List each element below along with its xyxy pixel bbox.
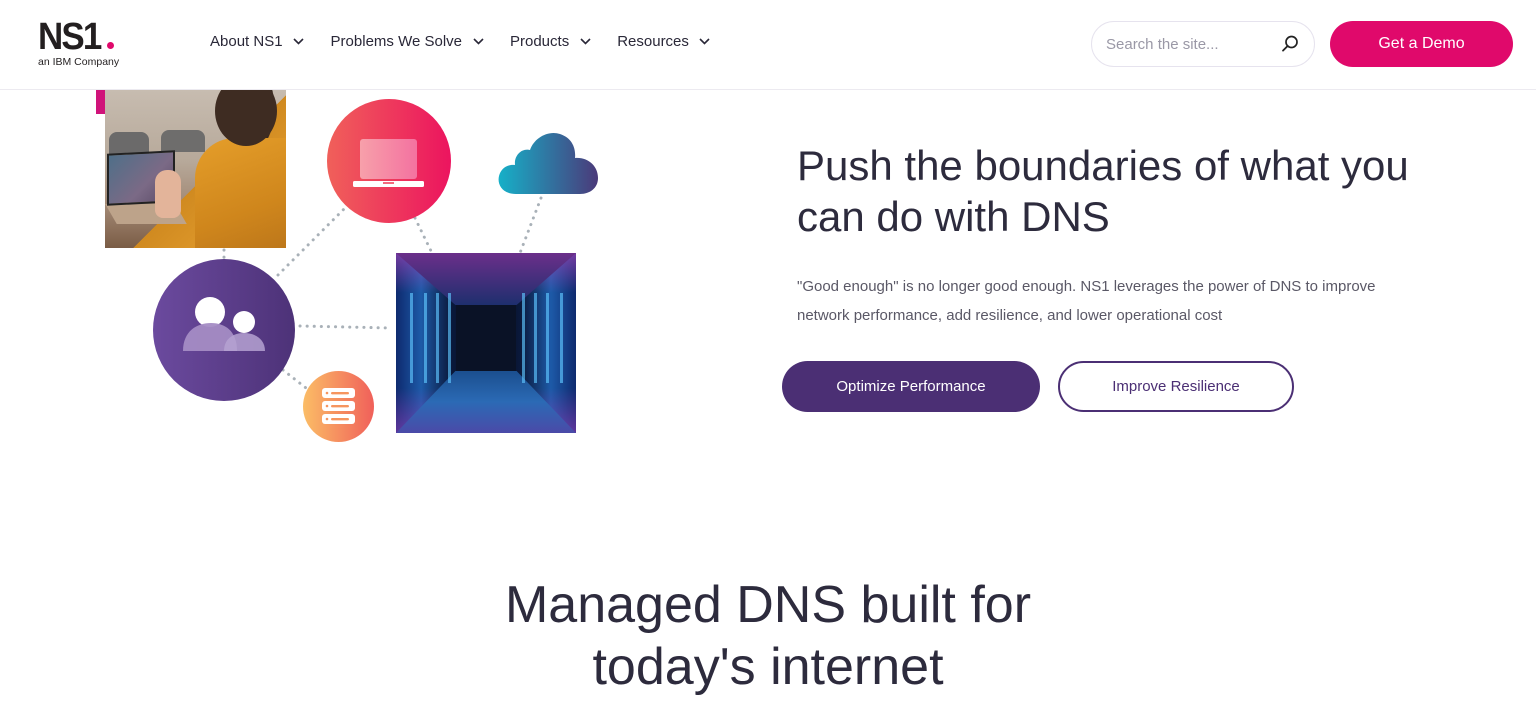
nav-item-label: About NS1 (210, 33, 283, 50)
data-center-photo (396, 253, 576, 433)
nav-item-label: Resources (617, 33, 689, 50)
hero-illustration (0, 90, 640, 450)
improve-resilience-button[interactable]: Improve Resilience (1058, 361, 1294, 412)
site-header: NS1 an IBM Company About NS1 Problems We… (0, 0, 1536, 90)
chevron-down-icon (699, 36, 711, 48)
chevron-down-icon (472, 36, 484, 48)
cloud-icon (496, 130, 600, 196)
ns1-logo[interactable]: NS1 an IBM Company (38, 18, 138, 72)
logo-mark: NS1 (38, 16, 102, 58)
hero-title: Push the boundaries of what you can do w… (797, 142, 1409, 240)
people-icon (153, 259, 295, 401)
server-stack-icon (303, 371, 374, 442)
nav-item-products[interactable]: Products (510, 33, 591, 50)
search-icon[interactable] (1280, 34, 1300, 54)
nav-item-resources[interactable]: Resources (617, 33, 711, 50)
chevron-down-icon (293, 36, 305, 48)
section-title-text: Managed DNS built for today's internet (504, 576, 1032, 696)
chevron-down-icon (579, 36, 591, 48)
main-nav: About NS1 Problems We Solve Products Res… (210, 33, 737, 50)
nav-item-problems[interactable]: Problems We Solve (331, 33, 484, 50)
logo-subtitle: an IBM Company (38, 56, 120, 68)
optimize-performance-button[interactable]: Optimize Performance (782, 361, 1040, 412)
section-title: Managed DNS built for today's internet (0, 574, 1536, 698)
nav-item-label: Problems We Solve (330, 33, 462, 50)
search-input[interactable] (1106, 22, 1276, 66)
accent-bar (96, 90, 105, 114)
nav-item-about[interactable]: About NS1 (210, 33, 305, 50)
nav-item-label: Products (510, 33, 570, 50)
get-a-demo-button[interactable]: Get a Demo (1330, 21, 1513, 67)
logo-dot-icon (106, 42, 114, 49)
video-call-photo (105, 90, 286, 248)
site-search (1091, 21, 1315, 67)
hero-description: "Good enough" is no longer good enough. … (797, 278, 1376, 324)
laptop-icon (327, 99, 451, 223)
